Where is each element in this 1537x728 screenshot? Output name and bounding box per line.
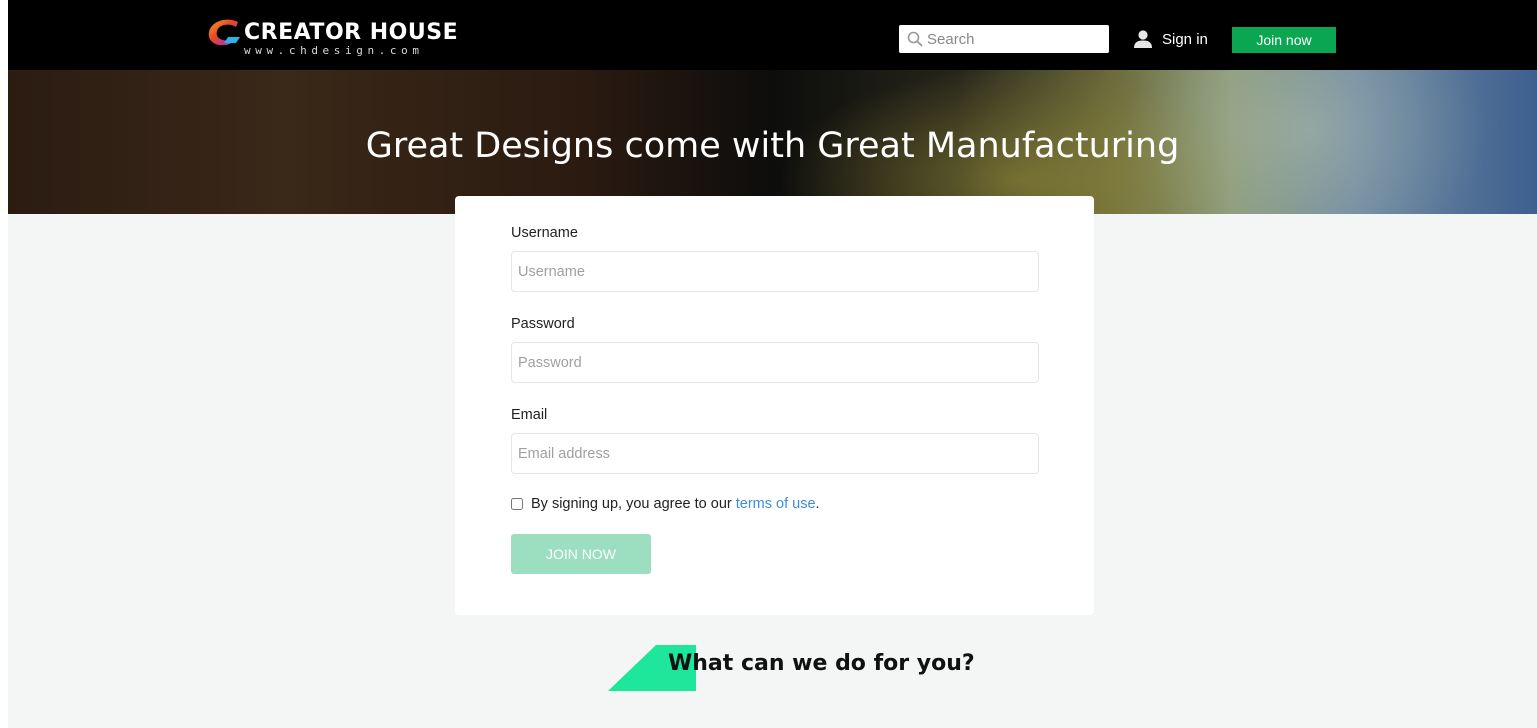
- top-navbar: CREATOR HOUSE www.chdesign.com Sign in J…: [8, 0, 1537, 70]
- search-box[interactable]: [899, 25, 1109, 53]
- logo-swirl-icon: [208, 19, 240, 46]
- terms-of-use-link[interactable]: terms of use: [736, 496, 816, 512]
- email-label: Email: [511, 407, 548, 423]
- join-now-button[interactable]: Join now: [1232, 27, 1336, 53]
- logo[interactable]: CREATOR HOUSE www.chdesign.com: [206, 18, 466, 62]
- hero-title: Great Designs come with Great Manufactur…: [365, 126, 1180, 166]
- terms-text: By signing up, you agree to our: [531, 496, 732, 512]
- signup-form-card: Username Password Email By signing up, y…: [455, 196, 1094, 615]
- terms-suffix: .: [815, 496, 820, 512]
- what-section-heading: What can we do for you?: [608, 645, 1028, 691]
- page: CREATOR HOUSE www.chdesign.com Sign in J…: [0, 0, 1537, 728]
- password-input[interactable]: [511, 342, 1039, 383]
- logo-subtitle: www.chdesign.com: [244, 44, 424, 57]
- section-title: What can we do for you?: [668, 651, 975, 676]
- search-input[interactable]: [927, 28, 1103, 50]
- sign-in-label: Sign in: [1162, 30, 1208, 48]
- sign-in-link[interactable]: Sign in: [1133, 26, 1208, 52]
- username-label: Username: [511, 225, 578, 241]
- terms-row: By signing up, you agree to our terms of…: [511, 496, 820, 512]
- logo-title: CREATOR HOUSE: [244, 20, 459, 45]
- user-icon: [1134, 30, 1152, 48]
- hero-banner: Great Designs come with Great Manufactur…: [8, 70, 1537, 214]
- terms-checkbox[interactable]: [511, 498, 523, 510]
- search-icon: [907, 31, 923, 47]
- password-label: Password: [511, 316, 575, 332]
- join-now-submit-button[interactable]: JOIN NOW: [511, 534, 651, 574]
- email-input[interactable]: [511, 433, 1039, 474]
- left-strip: [0, 0, 8, 728]
- username-input[interactable]: [511, 251, 1039, 292]
